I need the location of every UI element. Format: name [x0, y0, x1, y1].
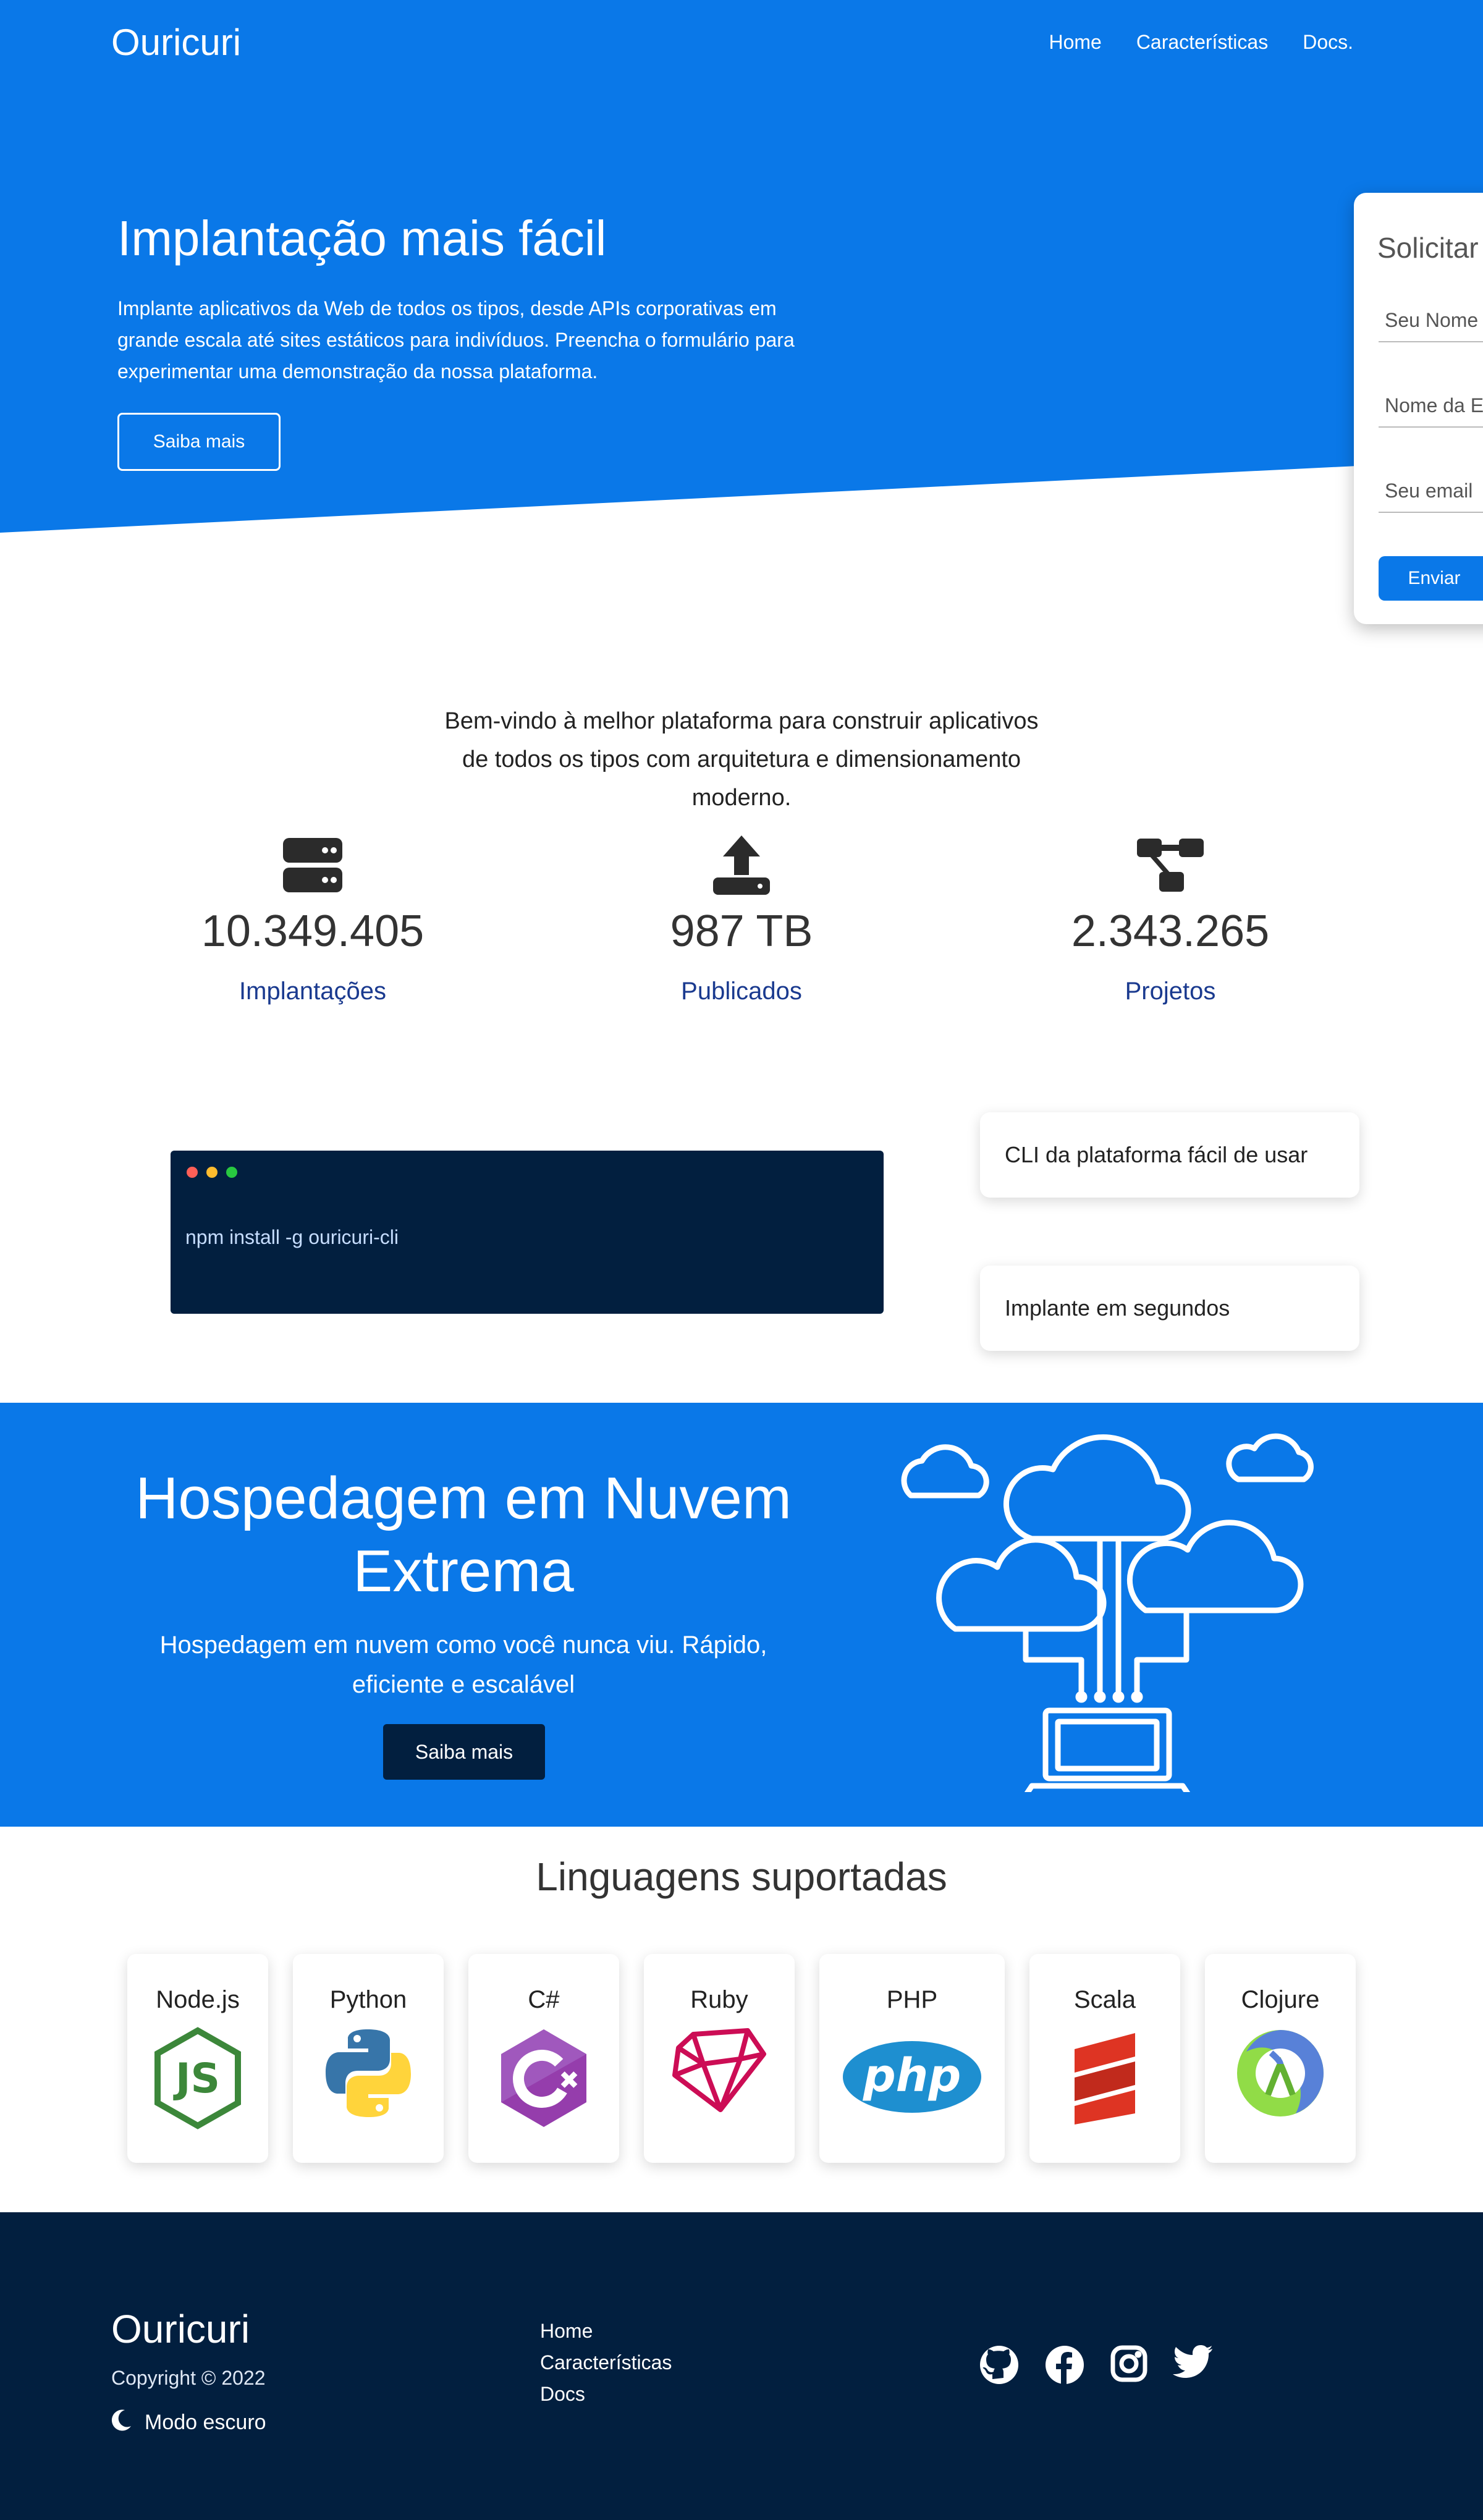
- svg-text:php: php: [863, 2049, 961, 2102]
- clojure-icon: [1205, 2027, 1356, 2120]
- project-diagram-icon: [1016, 834, 1325, 896]
- moon-icon: [111, 2409, 132, 2437]
- stat-value: 987 TB: [670, 907, 813, 956]
- nav-features[interactable]: Características: [1136, 31, 1268, 54]
- email-field[interactable]: Seu email: [1379, 470, 1483, 513]
- csharp-icon: ✖: [468, 2027, 619, 2129]
- footer-link-features[interactable]: Características: [540, 2351, 672, 2374]
- cloud-computing-illustration: [896, 1421, 1329, 1800]
- stat-label[interactable]: Publicados: [587, 978, 896, 1005]
- language-card-php[interactable]: PHP php: [819, 1954, 1005, 2163]
- language-card-nodejs[interactable]: Node.js JS: [127, 1954, 268, 2163]
- minimize-dot: [206, 1167, 218, 1178]
- hero-text: Implante aplicativos da Web de todos os …: [117, 297, 795, 383]
- language-name: C#: [528, 1986, 560, 2013]
- dark-mode-label: Modo escuro: [145, 2411, 266, 2434]
- brand-logo[interactable]: Ouricuri: [111, 21, 241, 64]
- nav-docs[interactable]: Docs.: [1303, 31, 1353, 54]
- language-name: Node.js: [156, 1986, 240, 2013]
- stat-value: 2.343.265: [1071, 907, 1270, 956]
- stat-projects: 2.343.265 Projetos: [1016, 834, 1325, 1005]
- top-nav: Home Características Docs.: [1049, 31, 1353, 54]
- terminal-window: npm install -g ouricuri-cli: [171, 1151, 884, 1314]
- close-dot: [187, 1167, 198, 1178]
- footer: Ouricuri Copyright © 2022 Modo escuro Ho…: [0, 2212, 1483, 2520]
- welcome-text: Bem-vindo à melhor plataforma para const…: [444, 708, 1039, 811]
- language-name: Ruby: [690, 1986, 748, 2013]
- submit-button[interactable]: Enviar: [1379, 556, 1483, 601]
- php-icon: php: [819, 2039, 1005, 2115]
- language-card-clojure[interactable]: Clojure: [1205, 1954, 1356, 2163]
- cloud-learn-more-button[interactable]: Saiba mais: [383, 1724, 545, 1780]
- cloud-text: Hospedagem em nuvem como você nunca viu.…: [159, 1631, 767, 1698]
- upload-icon: [587, 834, 896, 896]
- twitter-icon[interactable]: [1173, 2345, 1214, 2385]
- language-name: Scala: [1073, 1986, 1136, 2013]
- language-name: Python: [329, 1986, 407, 2013]
- stat-deployments: 10.349.405 Implantações: [158, 834, 467, 1005]
- nav-home[interactable]: Home: [1049, 31, 1101, 54]
- stat-label[interactable]: Implantações: [158, 978, 467, 1005]
- terminal-command[interactable]: npm install -g ouricuri-cli: [185, 1226, 399, 1249]
- language-card-ruby[interactable]: Ruby: [644, 1954, 795, 2163]
- social-links: [979, 2345, 1214, 2385]
- copyright-text: Copyright © 2022: [111, 2367, 266, 2389]
- svg-text:✖: ✖: [559, 2066, 580, 2095]
- cloud-hosting-section: Hospedagem em Nuvem Extrema Hospedagem e…: [0, 1403, 1483, 1827]
- stat-value: 10.349.405: [201, 907, 425, 956]
- github-icon[interactable]: [979, 2345, 1020, 2385]
- language-name: PHP: [886, 1986, 938, 2013]
- request-form: Solicitar Seu Nome Nome da E Seu email E…: [1354, 193, 1483, 624]
- form-title: Solicitar: [1377, 232, 1479, 264]
- server-icon: [158, 834, 467, 896]
- cloud-title: Hospedagem em Nuvem Extrema: [135, 1465, 792, 1604]
- languages-title: Linguagens suportadas: [536, 1854, 947, 1899]
- instagram-icon[interactable]: [1110, 2345, 1148, 2385]
- feature-card-deploy[interactable]: Implante em segundos: [980, 1266, 1359, 1351]
- feature-card-cli[interactable]: CLI da plataforma fácil de usar: [980, 1112, 1359, 1198]
- hero-title: Implantação mais fácil: [117, 211, 607, 266]
- name-field[interactable]: Seu Nome: [1379, 299, 1483, 342]
- ruby-icon: [644, 2027, 795, 2113]
- footer-link-home[interactable]: Home: [540, 2320, 672, 2343]
- maximize-dot: [226, 1167, 237, 1178]
- language-card-python[interactable]: Python: [293, 1954, 444, 2163]
- python-icon: [293, 2027, 444, 2120]
- stat-label[interactable]: Projetos: [1016, 978, 1325, 1005]
- hero-learn-more-button[interactable]: Saiba mais: [117, 413, 281, 471]
- language-card-scala[interactable]: Scala: [1029, 1954, 1180, 2163]
- company-field[interactable]: Nome da E: [1379, 384, 1483, 428]
- language-name: Clojure: [1241, 1986, 1320, 2013]
- footer-links: Home Características Docs: [540, 2320, 672, 2406]
- stat-published: 987 TB Publicados: [587, 834, 896, 1005]
- dark-mode-toggle[interactable]: Modo escuro: [111, 2409, 266, 2437]
- footer-brand[interactable]: Ouricuri: [111, 2306, 250, 2352]
- footer-link-docs[interactable]: Docs: [540, 2383, 672, 2406]
- scala-icon: [1029, 2027, 1180, 2126]
- facebook-icon[interactable]: [1044, 2345, 1085, 2385]
- svg-text:JS: JS: [173, 2055, 220, 2102]
- language-card-csharp[interactable]: C# ✖: [468, 1954, 619, 2163]
- nodejs-icon: JS: [127, 2027, 268, 2129]
